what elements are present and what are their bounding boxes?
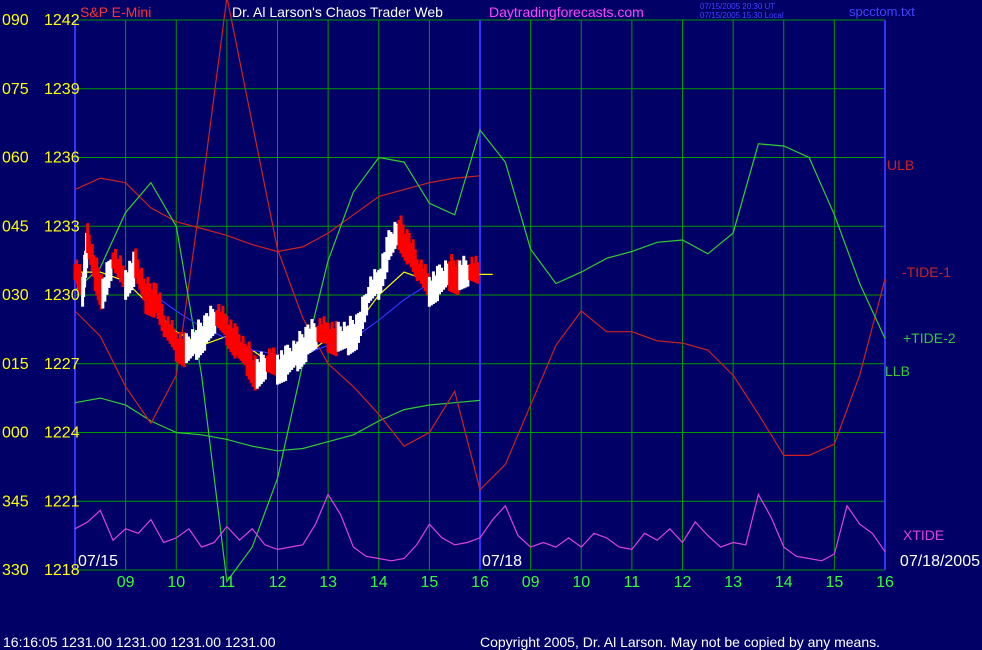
y-price-label: 1239 [44, 81, 80, 98]
x-hour-label: 14 [370, 574, 388, 591]
series-label: +TIDE-2 [903, 330, 956, 346]
status-line: 16:16:05 1231.00 1231.00 1231.00 1231.00 [3, 634, 276, 650]
series-label: XTIDE [903, 527, 944, 543]
y-angle-label: 345 [2, 493, 29, 510]
y-price-label: 1230 [44, 287, 80, 304]
y-angle-label: 075 [2, 81, 29, 98]
x-hour-label: 09 [522, 574, 540, 591]
y-angle-label: 045 [2, 218, 29, 235]
y-price-label: 1242 [44, 12, 80, 29]
series-label: LLB [885, 363, 910, 379]
series-label: -TIDE-1 [902, 264, 951, 280]
site-title: Dr. Al Larson's Chaos Trader Web [232, 4, 443, 20]
y-price-label: 1218 [44, 562, 80, 579]
series-label: ULB [887, 157, 914, 173]
y-angle-label: 015 [2, 356, 29, 373]
data-file-name: spcctom.txt [849, 4, 915, 19]
timestamp-local: 07/15/2005 15:30 Local [700, 11, 784, 20]
x-date-label: 07/18 [482, 553, 522, 570]
chart-canvas: 090 1242 075 1239 060 1236 045 1233 030 1230 015 12… [0, 0, 982, 650]
x-hour-label: 14 [775, 574, 793, 591]
price-bar [476, 262, 480, 284]
x-hour-label: 10 [167, 574, 185, 591]
y-angle-label: 030 [2, 287, 29, 304]
y-price-label: 1227 [44, 356, 80, 373]
x-hour-label: 09 [117, 574, 135, 591]
x-hour-label: 16 [471, 574, 489, 591]
y-price-label: 1236 [44, 150, 80, 167]
x-hour-label: 15 [825, 574, 843, 591]
copyright: Copyright 2005, Dr. Al Larson. May not b… [480, 634, 880, 650]
y-angle-label: 090 [2, 12, 29, 29]
x-hour-label: 11 [624, 574, 641, 591]
x-hour-label: 10 [572, 574, 590, 591]
y-price-label: 1221 [44, 493, 80, 510]
x-hour-label: 11 [219, 574, 236, 591]
y-price-label: 1224 [44, 425, 80, 442]
instrument-title: S&P E-Mini [80, 4, 151, 20]
x-date-label: 07/18/2005 [900, 553, 980, 570]
y-angle-label: 060 [2, 150, 29, 167]
timestamp-ut: 07/15/2005 20:30 UT [700, 2, 775, 11]
x-hour-label: 12 [269, 574, 287, 591]
y-angle-label: 330 [2, 562, 29, 579]
x-hour-label: 13 [724, 574, 742, 591]
site-url[interactable]: Daytradingforecasts.com [489, 4, 644, 20]
y-price-label: 1233 [44, 218, 80, 235]
y-angle-label: 000 [2, 425, 29, 442]
x-hour-label: 15 [420, 574, 438, 591]
x-date-label: 07/15 [78, 553, 118, 570]
x-hour-label: 12 [674, 574, 692, 591]
x-hour-label: 13 [319, 574, 337, 591]
x-hour-label: 16 [876, 574, 894, 591]
